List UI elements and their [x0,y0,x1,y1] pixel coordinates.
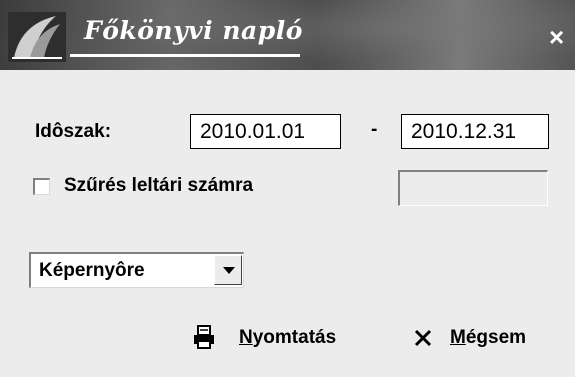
period-to-input[interactable]: 2010.12.31 [401,114,549,149]
dialog-window: Főkönyvi napló × Idôszak: 2010.01.01 - 2… [0,0,575,377]
chevron-down-icon [223,267,235,274]
output-select[interactable]: Képernyôre [29,252,244,288]
cancel-label: égsem [465,327,527,348]
title-bar[interactable]: Főkönyvi napló × [0,0,575,70]
period-from-input[interactable]: 2010.01.01 [190,114,341,149]
period-label: Idôszak: [35,121,112,142]
title-underline [70,54,300,57]
window-title: Főkönyvi napló [84,16,303,45]
print-mnemonic: N [239,327,253,348]
cancel-mnemonic: M [450,327,466,348]
inventory-filter-checkbox[interactable] [33,178,50,195]
period-separator: - [371,119,378,140]
output-select-value: Képernyôre [39,260,145,281]
print-label: yomtatás [252,327,337,348]
inventory-filter-label[interactable]: Szűrés leltári számra [64,175,253,197]
dropdown-button[interactable] [214,255,242,285]
app-logo-icon [8,12,66,62]
close-icon [414,329,432,347]
close-icon[interactable]: × [549,24,564,50]
printer-icon [194,325,214,349]
inventory-number-input[interactable] [398,170,548,206]
